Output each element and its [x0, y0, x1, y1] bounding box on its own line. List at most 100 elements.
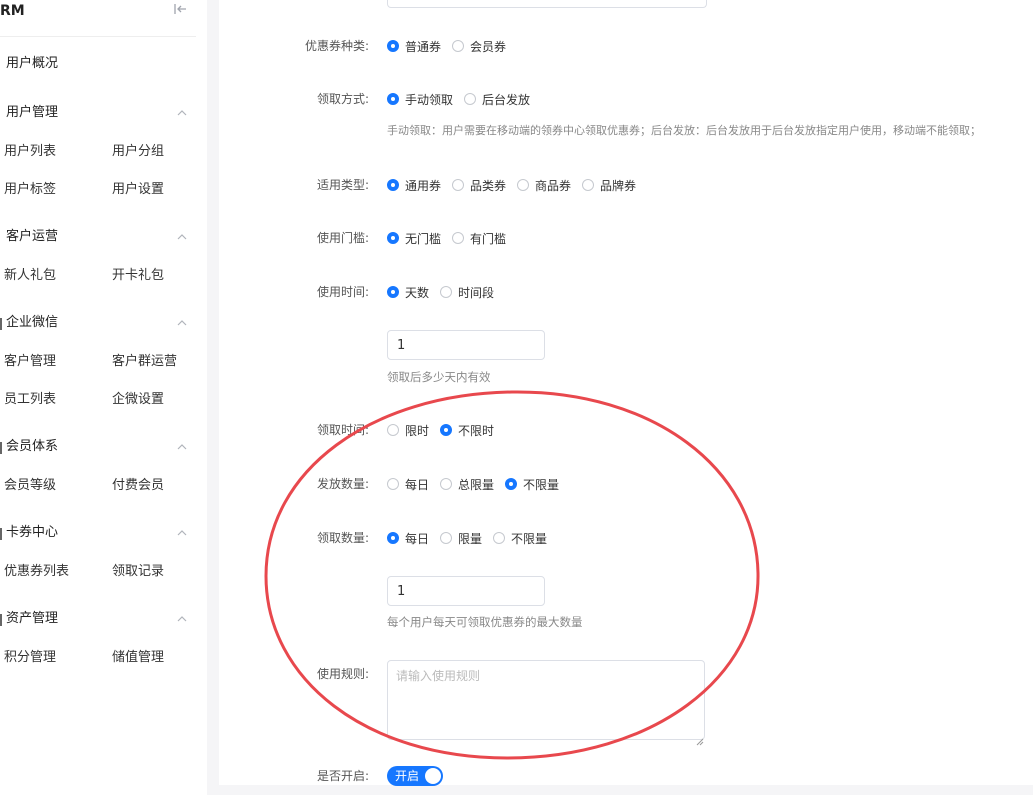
sidebar-group-coupon-center[interactable]: 卡券中心 — [6, 523, 58, 543]
sidebar-item-user-tags[interactable]: 用户标签 — [4, 180, 56, 200]
sidebar-item-user-overview[interactable]: 用户概况 — [6, 54, 58, 74]
radio-group-receive-method: 手动领取 后台发放 — [387, 89, 541, 109]
radio-group-receive-qty: 每日 限量 不限量 — [387, 528, 558, 548]
sidebar-item-receive-records[interactable]: 领取记录 — [112, 562, 164, 582]
menu-bullet — [0, 528, 2, 540]
switch-label: 开启 — [395, 769, 420, 783]
sidebar-item-paid-members[interactable]: 付费会员 — [112, 476, 164, 496]
sidebar-item-newcomer-gift[interactable]: 新人礼包 — [4, 266, 56, 286]
radio-unchecked-icon — [464, 93, 477, 105]
radio-backend-issue[interactable]: 后台发放 — [464, 91, 530, 108]
chevron-up-icon[interactable] — [177, 227, 189, 247]
sidebar-group-user-management[interactable]: 用户管理 — [6, 103, 58, 123]
valid-days-input[interactable] — [387, 330, 545, 360]
radio-checked-icon — [440, 424, 453, 436]
sidebar-divider — [0, 36, 196, 37]
radio-has-threshold[interactable]: 有门槛 — [452, 230, 506, 247]
radio-brand-coupon[interactable]: 品牌券 — [582, 177, 636, 194]
help-receive-qty: 每个用户每天可领取优惠券的最大数量 — [387, 615, 583, 629]
radio-issue-unlimited[interactable]: 不限量 — [505, 476, 559, 493]
sidebar-item-coupon-list[interactable]: 优惠券列表 — [4, 562, 69, 582]
label-coupon-kind: 优惠券种类: — [304, 39, 369, 53]
label-threshold: 使用门槛: — [316, 231, 369, 245]
label-receive-method: 领取方式: — [316, 92, 369, 106]
app-root: RM 用户概况 用户管理 用户列表 用户分组 用户标签 用户设置 客户运营 新人… — [0, 0, 1033, 795]
radio-unchecked-icon — [440, 478, 453, 490]
radio-unchecked-icon — [582, 179, 595, 191]
sidebar-item-points-management[interactable]: 积分管理 — [4, 648, 56, 668]
sidebar-item-user-list[interactable]: 用户列表 — [4, 142, 56, 162]
radio-checked-icon — [387, 40, 399, 52]
radio-days[interactable]: 天数 — [387, 284, 429, 301]
label-receive-qty: 领取数量: — [316, 531, 369, 545]
radio-unchecked-icon — [493, 532, 506, 544]
radio-group-use-time: 天数 时间段 — [387, 282, 505, 302]
label-issue-qty: 发放数量: — [316, 477, 369, 491]
enable-switch[interactable]: 开启 — [387, 766, 443, 786]
label-rules: 使用规则: — [316, 667, 369, 681]
radio-unchecked-icon — [452, 179, 465, 191]
chevron-up-icon[interactable] — [177, 523, 189, 543]
label-receive-time: 领取时间: — [316, 423, 369, 437]
brand-logo: RM — [0, 3, 25, 19]
radio-group-coupon-kind: 普通券 会员券 — [387, 36, 517, 56]
help-receive-method: 手动领取：用户需要在移动端的领券中心领取优惠券；后台发放：后台发放用于后台发放指… — [387, 124, 981, 137]
radio-unchecked-icon — [387, 478, 399, 490]
radio-no-threshold[interactable]: 无门槛 — [387, 230, 441, 247]
radio-checked-icon — [387, 286, 399, 298]
radio-normal-coupon[interactable]: 普通券 — [387, 38, 441, 55]
radio-manual-receive[interactable]: 手动领取 — [387, 91, 453, 108]
sidebar-item-customer-group-ops[interactable]: 客户群运营 — [112, 352, 177, 372]
radio-group-apply-type: 通用券 品类券 商品券 品牌券 — [387, 175, 647, 195]
radio-unchecked-icon — [452, 40, 465, 52]
radio-unchecked-icon — [440, 532, 453, 544]
sidebar-item-user-settings[interactable]: 用户设置 — [112, 180, 164, 200]
radio-limited-time[interactable]: 限时 — [387, 422, 429, 439]
resize-grip-icon[interactable] — [696, 731, 704, 746]
chevron-up-icon[interactable] — [177, 103, 189, 123]
radio-checked-icon — [387, 232, 399, 244]
radio-group-threshold: 无门槛 有门槛 — [387, 228, 517, 248]
radio-checked-icon — [505, 478, 518, 490]
chevron-up-icon[interactable] — [177, 609, 189, 629]
sidebar-item-stored-value[interactable]: 储值管理 — [112, 648, 164, 668]
radio-unlimited-time[interactable]: 不限时 — [440, 422, 494, 439]
sidebar-item-member-levels[interactable]: 会员等级 — [4, 476, 56, 496]
radio-receive-daily[interactable]: 每日 — [387, 530, 429, 547]
radio-checked-icon — [387, 179, 399, 191]
collapse-left-icon[interactable] — [173, 3, 189, 19]
radio-unchecked-icon — [387, 424, 399, 436]
radio-issue-total-limit[interactable]: 总限量 — [440, 476, 494, 493]
label-apply-type: 适用类型: — [316, 178, 369, 192]
radio-general-coupon[interactable]: 通用券 — [387, 177, 441, 194]
sidebar-item-card-gift[interactable]: 开卡礼包 — [112, 266, 164, 286]
sidebar-group-wecom[interactable]: 企业微信 — [6, 313, 58, 333]
radio-issue-daily[interactable]: 每日 — [387, 476, 429, 493]
menu-bullet — [0, 318, 2, 330]
sidebar-item-customer-management[interactable]: 客户管理 — [4, 352, 56, 372]
radio-category-coupon[interactable]: 品类券 — [452, 177, 506, 194]
radio-checked-icon — [387, 532, 399, 544]
label-use-time: 使用时间: — [316, 285, 369, 299]
chevron-up-icon[interactable] — [177, 313, 189, 333]
menu-bullet — [0, 614, 2, 626]
receive-qty-input[interactable] — [387, 576, 545, 606]
radio-unchecked-icon — [517, 179, 530, 191]
sidebar-item-wecom-settings[interactable]: 企微设置 — [112, 390, 164, 410]
previous-input-field[interactable] — [387, 0, 707, 8]
radio-time-range[interactable]: 时间段 — [440, 284, 494, 301]
chevron-up-icon[interactable] — [177, 437, 189, 457]
radio-group-receive-time: 限时 不限时 — [387, 420, 505, 440]
coupon-form-panel: 优惠券种类: 普通券 会员券 领取方式: 手动领取 后台发放 手动领取：用户需要… — [219, 0, 1033, 786]
sidebar-group-customer-ops[interactable]: 客户运营 — [6, 227, 58, 247]
sidebar-group-asset-management[interactable]: 资产管理 — [6, 609, 58, 629]
sidebar-item-user-group[interactable]: 用户分组 — [112, 142, 164, 162]
radio-member-coupon[interactable]: 会员券 — [452, 38, 506, 55]
radio-receive-limit[interactable]: 限量 — [440, 530, 482, 547]
radio-unchecked-icon — [440, 286, 453, 298]
sidebar-group-membership[interactable]: 会员体系 — [6, 437, 58, 457]
radio-product-coupon[interactable]: 商品券 — [517, 177, 571, 194]
sidebar-item-staff-list[interactable]: 员工列表 — [4, 390, 56, 410]
radio-receive-unlimited[interactable]: 不限量 — [493, 530, 547, 547]
rules-textarea[interactable] — [387, 660, 705, 740]
